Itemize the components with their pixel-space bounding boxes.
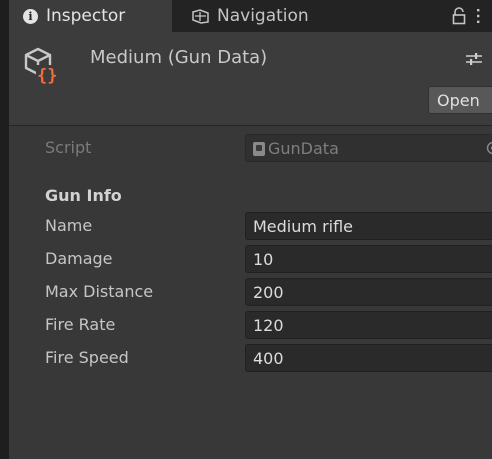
- inspector-window: i Inspector Navigation {} Medium (Gun Da…: [9, 0, 492, 459]
- field-row-max-distance: Max Distance 200: [9, 278, 492, 308]
- settings-sliders-icon[interactable]: [465, 52, 483, 66]
- lock-icon[interactable]: [452, 7, 466, 25]
- tab-inspector-label: Inspector: [46, 6, 126, 26]
- info-icon: i: [23, 8, 38, 24]
- tab-navigation-label: Navigation: [217, 6, 309, 26]
- script-value: GunData: [268, 139, 339, 158]
- field-row-fire-speed: Fire Speed 400: [9, 344, 492, 374]
- field-label: Fire Rate: [45, 315, 116, 334]
- damage-input[interactable]: 10: [245, 245, 492, 273]
- tab-navigation[interactable]: Navigation: [180, 0, 370, 32]
- asset-title: Medium (Gun Data): [90, 47, 268, 68]
- field-label: Damage: [45, 249, 113, 268]
- section-header: Gun Info: [9, 182, 492, 212]
- fire-speed-input[interactable]: 400: [245, 344, 492, 372]
- more-options-icon[interactable]: [475, 8, 481, 24]
- script-label: Script: [45, 138, 92, 157]
- inspector-header: {} Medium (Gun Data) Open: [9, 32, 492, 126]
- field-label: Name: [45, 216, 93, 235]
- tab-bar: i Inspector Navigation: [9, 0, 492, 32]
- fire-rate-input[interactable]: 120: [245, 311, 492, 339]
- max-distance-input[interactable]: 200: [245, 278, 492, 306]
- navigation-icon: [192, 8, 209, 24]
- field-row-name: Name Medium rifle: [9, 212, 492, 242]
- inspector-body: Script GunData Gun Info Name Medium rifl…: [9, 127, 492, 459]
- scriptable-object-icon: {}: [24, 47, 61, 86]
- field-row-damage: Damage 10: [9, 245, 492, 275]
- field-label: Fire Speed: [45, 348, 129, 367]
- section-title: Gun Info: [45, 186, 122, 205]
- open-button[interactable]: Open: [428, 86, 492, 114]
- tab-inspector[interactable]: i Inspector: [9, 0, 172, 32]
- field-row-fire-rate: Fire Rate 120: [9, 311, 492, 341]
- script-field[interactable]: GunData: [245, 134, 492, 162]
- name-input[interactable]: Medium rifle: [245, 212, 492, 240]
- object-picker-icon[interactable]: [486, 141, 492, 155]
- script-row: Script GunData: [9, 134, 492, 164]
- field-label: Max Distance: [45, 282, 154, 301]
- script-file-icon: [253, 142, 265, 156]
- svg-text:{}: {}: [37, 66, 57, 86]
